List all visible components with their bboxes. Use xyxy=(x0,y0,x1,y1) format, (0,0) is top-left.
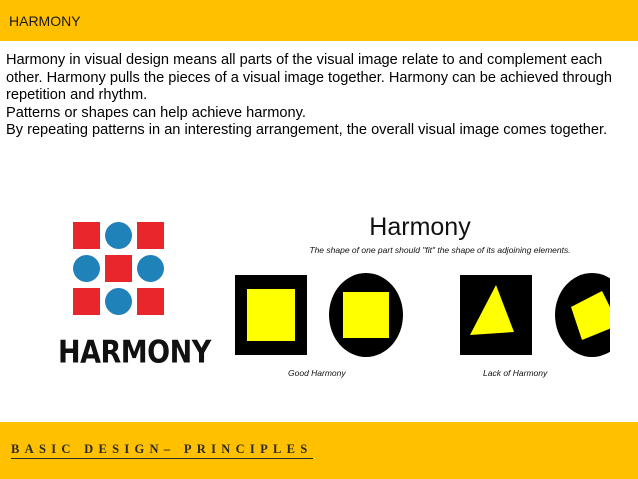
blue-circle-icon xyxy=(137,255,164,282)
red-square-icon xyxy=(137,288,164,315)
harmony-logo: HARMONY xyxy=(58,220,211,375)
good-square-in-circle-icon xyxy=(329,273,403,357)
paragraph-definition: Harmony in visual design means all parts… xyxy=(6,52,612,103)
blue-circle-icon xyxy=(105,288,132,315)
footer-bar: BASIC DESIGN– PRINCIPLES xyxy=(0,422,638,479)
footer-text: BASIC DESIGN– PRINCIPLES xyxy=(11,442,313,459)
header-bar: HARMONY xyxy=(0,0,638,41)
red-square-icon xyxy=(73,222,100,249)
lack-harmony-caption: Lack of Harmony xyxy=(483,368,548,378)
good-harmony-caption: Good Harmony xyxy=(288,368,346,378)
good-square-in-square-icon xyxy=(235,275,307,355)
blue-circle-icon xyxy=(105,222,132,249)
lack-triangle-in-square-icon xyxy=(460,275,532,355)
harmony-examples xyxy=(235,273,610,357)
paragraph-repeating: By repeating patterns in an interesting … xyxy=(6,122,608,138)
body-text: Harmony in visual design means all parts… xyxy=(6,52,632,140)
blue-circle-icon xyxy=(73,255,100,282)
logo-wordmark: HARMONY xyxy=(58,335,211,371)
illustration-subtitle: The shape of one part should "fit" the s… xyxy=(309,245,571,255)
lack-rotated-square-in-circle-icon xyxy=(555,273,610,357)
slide-title: HARMONY xyxy=(9,13,81,29)
paragraph-patterns: Patterns or shapes can help achieve harm… xyxy=(6,104,306,121)
red-square-icon xyxy=(73,288,100,315)
red-square-icon xyxy=(137,222,164,249)
illustration-title: Harmony xyxy=(369,213,471,241)
red-square-icon xyxy=(105,255,132,282)
